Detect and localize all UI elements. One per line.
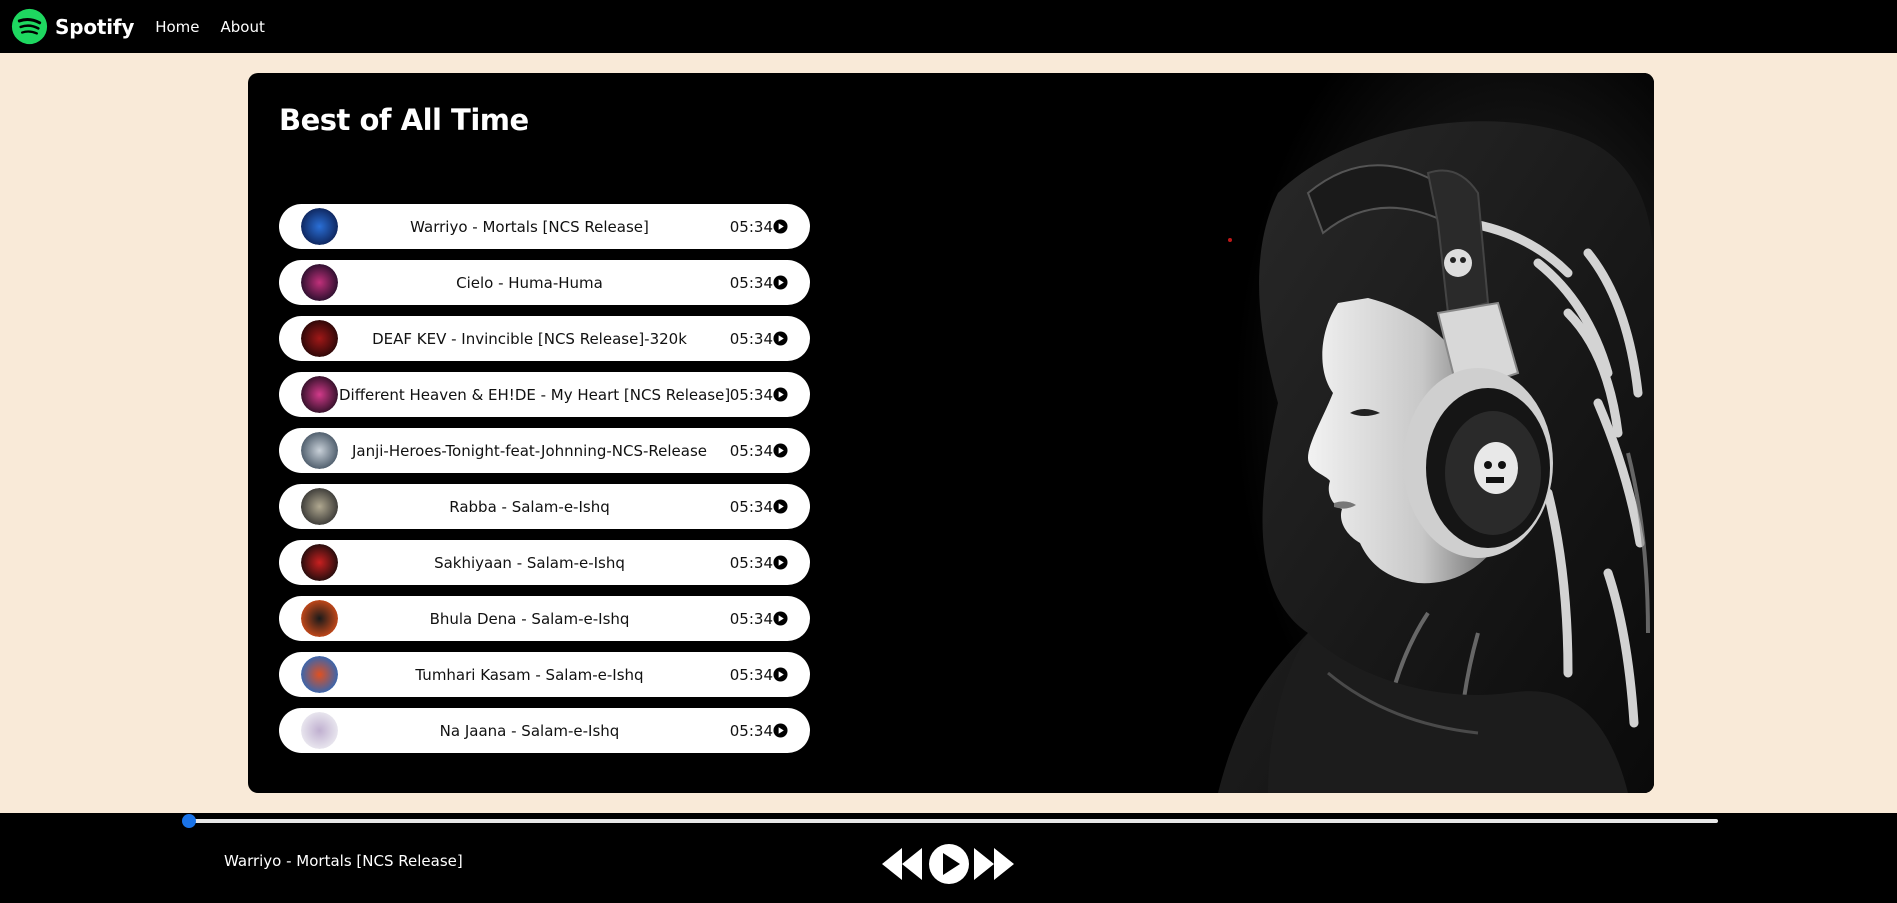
nav-link-about[interactable]: About bbox=[221, 18, 265, 36]
brand[interactable]: Spotify bbox=[11, 8, 134, 45]
brand-name: Spotify bbox=[55, 14, 135, 39]
play-circle-icon[interactable] bbox=[773, 443, 788, 458]
song-duration: 05:34 bbox=[729, 441, 773, 460]
song-name: Warriyo - Mortals [NCS Release] bbox=[410, 217, 649, 236]
song-name: DEAF KEV - Invincible [NCS Release]-320k bbox=[372, 329, 687, 348]
song-item[interactable]: Na Jaana - Salam-e-Ishq 05:34 bbox=[279, 708, 810, 753]
playlist-card: Best of All Time Warriyo - Mortals [NCS … bbox=[248, 73, 1654, 793]
song-cover-image bbox=[301, 712, 338, 749]
song-name: Na Jaana - Salam-e-Ishq bbox=[439, 721, 620, 740]
song-duration: 05:34 bbox=[729, 329, 773, 348]
song-item[interactable]: Janji-Heroes-Tonight-feat-Johnning-NCS-R… bbox=[279, 428, 810, 473]
song-name: Tumhari Kasam - Salam-e-Ishq bbox=[415, 665, 644, 684]
song-cover-image bbox=[301, 208, 338, 245]
song-duration: 05:34 bbox=[729, 665, 773, 684]
playlist-title: Best of All Time bbox=[279, 103, 529, 137]
seek-thumb[interactable] bbox=[182, 814, 196, 828]
nav-link-home[interactable]: Home bbox=[155, 18, 199, 36]
song-item[interactable]: Different Heaven & EH!DE - My Heart [NCS… bbox=[279, 372, 810, 417]
song-item[interactable]: Rabba - Salam-e-Ishq 05:34 bbox=[279, 484, 810, 529]
song-duration: 05:34 bbox=[729, 217, 773, 236]
song-cover-image bbox=[301, 376, 338, 413]
song-duration: 05:34 bbox=[729, 609, 773, 628]
song-name: Rabba - Salam-e-Ishq bbox=[449, 497, 610, 516]
now-playing-title: Warriyo - Mortals [NCS Release] bbox=[224, 852, 463, 870]
play-icon[interactable] bbox=[928, 843, 970, 885]
song-cover-image bbox=[301, 600, 338, 637]
song-item[interactable]: Bhula Dena - Salam-e-Ishq 05:34 bbox=[279, 596, 810, 641]
seek-track[interactable] bbox=[185, 819, 1718, 823]
song-name: Different Heaven & EH!DE - My Heart [NCS… bbox=[339, 385, 731, 404]
previous-icon[interactable] bbox=[880, 846, 926, 882]
song-duration: 05:34 bbox=[729, 497, 773, 516]
top-navbar: Spotify Home About bbox=[0, 0, 1897, 53]
song-name: Bhula Dena - Salam-e-Ishq bbox=[429, 609, 630, 628]
song-item[interactable]: Warriyo - Mortals [NCS Release] 05:34 bbox=[279, 204, 810, 249]
song-item[interactable]: Sakhiyaan - Salam-e-Ishq 05:34 bbox=[279, 540, 810, 585]
song-name: Sakhiyaan - Salam-e-Ishq bbox=[434, 553, 625, 572]
song-duration: 05:34 bbox=[729, 385, 773, 404]
song-duration: 05:34 bbox=[729, 553, 773, 572]
song-item[interactable]: Cielo - Huma-Huma 05:34 bbox=[279, 260, 810, 305]
play-circle-icon[interactable] bbox=[773, 275, 788, 290]
play-circle-icon[interactable] bbox=[773, 499, 788, 514]
play-circle-icon[interactable] bbox=[773, 611, 788, 626]
spotify-logo-icon bbox=[11, 8, 48, 45]
song-duration: 05:34 bbox=[729, 273, 773, 292]
next-icon[interactable] bbox=[972, 846, 1018, 882]
hero-artwork-image bbox=[1008, 73, 1654, 793]
song-cover-image bbox=[301, 432, 338, 469]
song-cover-image bbox=[301, 320, 338, 357]
song-name: Cielo - Huma-Huma bbox=[456, 273, 603, 292]
song-cover-image bbox=[301, 488, 338, 525]
song-cover-image bbox=[301, 544, 338, 581]
song-name: Janji-Heroes-Tonight-feat-Johnning-NCS-R… bbox=[351, 441, 708, 460]
play-circle-icon[interactable] bbox=[773, 723, 788, 738]
play-circle-icon[interactable] bbox=[773, 331, 788, 346]
song-item[interactable]: Tumhari Kasam - Salam-e-Ishq 05:34 bbox=[279, 652, 810, 697]
play-circle-icon[interactable] bbox=[773, 667, 788, 682]
song-cover-image bbox=[301, 656, 338, 693]
play-circle-icon[interactable] bbox=[773, 387, 788, 402]
song-list: Warriyo - Mortals [NCS Release] 05:34 Ciel… bbox=[279, 204, 810, 764]
song-duration: 05:34 bbox=[729, 721, 773, 740]
seek-bar[interactable] bbox=[182, 814, 1718, 828]
song-item[interactable]: DEAF KEV - Invincible [NCS Release]-320k… bbox=[279, 316, 810, 361]
play-circle-icon[interactable] bbox=[773, 219, 788, 234]
playback-controls bbox=[880, 842, 1022, 886]
play-circle-icon[interactable] bbox=[773, 555, 788, 570]
song-cover-image bbox=[301, 264, 338, 301]
